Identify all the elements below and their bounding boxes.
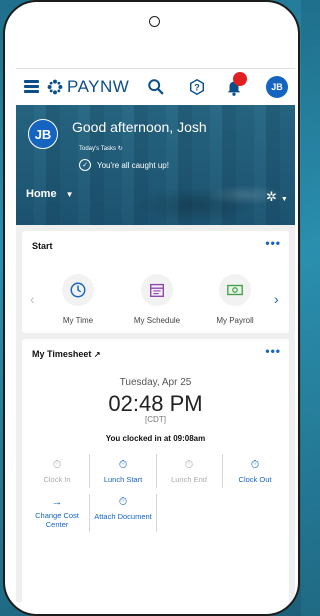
svg-text:?: ? (194, 83, 200, 93)
action-label: Change Cost Center (35, 511, 79, 529)
phone-frame: PAYNW ? JB JB Good afternoon, Josh Today… (3, 0, 300, 616)
attach-icon: ⏱ (118, 496, 128, 508)
menu-icon[interactable] (24, 80, 39, 93)
start-card: Start ••• ‹ My Time My Schedule My Payro… (22, 231, 289, 333)
todays-tasks-text: Today's Tasks (79, 146, 117, 152)
caught-up-text: You're all caught up! (97, 160, 169, 170)
clock-out-button[interactable]: ⏱ Clock Out (222, 459, 288, 484)
lunch-start-button[interactable]: ⏱ Lunch Start (90, 459, 156, 484)
todays-tasks-label: Today's Tasks ↻ (79, 145, 123, 152)
start-item-label: My Time (62, 316, 94, 325)
check-circle-icon: ✓ (79, 159, 91, 171)
current-time: 02:48 PM (108, 391, 203, 416)
start-more-icon[interactable]: ••• (265, 236, 281, 250)
action-label: Attach Document (94, 512, 152, 521)
hero-banner: JB Good afternoon, Josh Today's Tasks ↻ … (16, 105, 295, 225)
change-cost-center-button[interactable]: → Change Cost Center (24, 496, 90, 529)
brand-logo: PAYNW (46, 77, 129, 97)
phone-speaker (149, 16, 160, 27)
timesheet-title[interactable]: My Timesheet ↗ (32, 349, 101, 359)
timesheet-more-icon[interactable]: ••• (265, 344, 281, 358)
timesheet-card: My Timesheet ↗ ••• Tuesday, Apr 25 02:48… (22, 339, 289, 602)
greeting-text: Good afternoon, Josh (72, 119, 207, 135)
notification-badge (233, 72, 247, 86)
clocked-in-status: You clocked in at 09:08am (105, 434, 206, 443)
top-nav: PAYNW ? JB (16, 69, 295, 105)
app-screen: PAYNW ? JB JB Good afternoon, Josh Today… (16, 68, 295, 602)
calendar-icon (141, 274, 173, 306)
current-date: Tuesday, Apr 25 (119, 377, 192, 388)
caret-down-icon: ▼ (65, 190, 74, 199)
lunch-start-icon: ⏱ (118, 459, 128, 471)
lunch-end-icon: ⏱ (184, 459, 194, 471)
action-label: Clock Out (238, 475, 272, 484)
home-dropdown[interactable]: Home ▼ (26, 188, 74, 200)
brand-name: PAYNW (67, 77, 130, 96)
timezone: [CDT] (145, 415, 166, 424)
start-item-label: My Payroll (216, 316, 254, 325)
avatar[interactable]: JB (266, 76, 288, 98)
action-label: Clock In (43, 475, 71, 484)
start-item-my-payroll[interactable]: My Payroll (200, 274, 270, 325)
start-item-my-time[interactable]: My Time (43, 274, 113, 325)
external-link-icon: ↗ (93, 350, 101, 359)
refresh-icon[interactable]: ↻ (118, 146, 123, 152)
chevron-left-icon[interactable]: ‹ (30, 291, 35, 307)
caught-up-status: ✓ You're all caught up! (79, 159, 169, 171)
start-title: Start (32, 241, 53, 251)
clock-icon (62, 274, 94, 306)
attach-document-button[interactable]: ⏱ Attach Document (90, 496, 156, 521)
search-icon[interactable] (147, 78, 165, 96)
clock-in-button[interactable]: ⏱ Clock In (24, 459, 90, 484)
chevron-right-icon[interactable]: › (274, 291, 279, 307)
timesheet-title-text: My Timesheet (32, 349, 92, 359)
money-icon (219, 274, 251, 306)
paynw-logo-icon (47, 79, 63, 95)
help-icon[interactable]: ? (188, 78, 206, 96)
hero-avatar[interactable]: JB (28, 119, 58, 149)
action-label: Lunch End (171, 475, 207, 484)
arrow-right-icon: → (51, 496, 63, 508)
lunch-end-button[interactable]: ⏱ Lunch End (156, 459, 222, 484)
clock-in-icon: ⏱ (52, 459, 62, 471)
divider (156, 494, 157, 532)
action-label: Lunch Start (103, 475, 143, 484)
start-item-label: My Schedule (133, 316, 181, 325)
start-item-my-schedule[interactable]: My Schedule (122, 274, 192, 325)
home-label: Home (26, 188, 57, 200)
settings-gear-icon[interactable]: ✲ ▼ (266, 189, 288, 205)
clock-out-icon: ⏱ (250, 459, 260, 471)
